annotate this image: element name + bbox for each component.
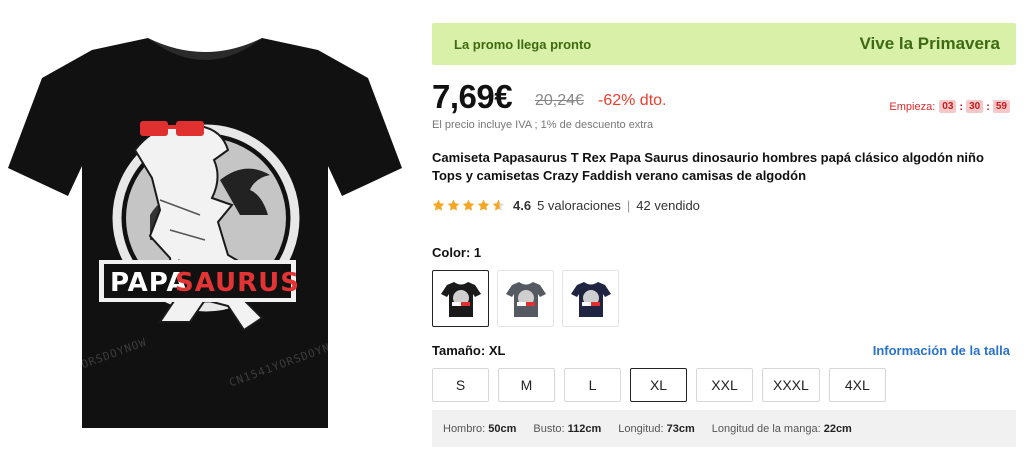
countdown-minutes: 30	[966, 100, 984, 113]
star-icon	[447, 199, 460, 211]
rating-divider: |	[626, 198, 631, 213]
star-icon	[432, 199, 445, 211]
countdown-timer: Empieza: 03 : 30 : 59	[889, 100, 1010, 113]
color-swatch-navy[interactable]	[562, 270, 619, 327]
size-options: S M L XL XXL XXXL 4XL	[432, 368, 886, 402]
size-label: Tamaño: XL	[432, 343, 506, 358]
countdown-hours: 03	[939, 100, 957, 113]
measurement-sleeve: Longitud de la manga: 22cm	[711, 422, 852, 435]
color-swatch-black[interactable]	[432, 270, 489, 327]
color-swatch-gray[interactable]	[497, 270, 554, 327]
sold-count: 42 vendido	[636, 198, 700, 213]
size-measurements: Hombro: 50cm Busto: 112cm Longitud: 73cm…	[432, 410, 1016, 447]
tshirt-thumbnail	[505, 281, 546, 317]
current-price: 7,69€	[432, 78, 513, 115]
size-option-s[interactable]: S	[432, 368, 489, 402]
print-text-saurus: SAURUS	[175, 268, 300, 298]
tshirt-thumbnail	[440, 281, 481, 317]
measurement-shoulder: Hombro: 50cm	[443, 422, 517, 435]
measurement-length: Longitud: 73cm	[618, 422, 695, 435]
tshirt-thumbnail	[570, 281, 611, 317]
size-option-m[interactable]: M	[498, 368, 555, 402]
tax-note: El precio incluye IVA ; 1% de descuento …	[432, 119, 654, 131]
countdown-seconds: 59	[992, 100, 1010, 113]
discount-badge: -62% dto.	[598, 92, 667, 109]
product-image[interactable]: PAPA SAURUS CN1541YORSDOYNOW CN1541YORSD…	[0, 0, 410, 471]
color-label: Color: 1	[432, 245, 482, 260]
countdown-separator: :	[959, 100, 964, 113]
promo-banner[interactable]: La promo llega pronto Vive la Primavera	[432, 23, 1016, 65]
size-option-xl[interactable]: XL	[630, 368, 687, 402]
price-row: 7,69€ 20,24€ -62% dto. Empieza: 03 : 30 …	[432, 78, 1016, 118]
star-half-icon	[492, 199, 505, 211]
rating-value: 4.6	[513, 198, 532, 213]
promo-subtitle: La promo llega pronto	[454, 37, 592, 52]
rating-row[interactable]: 4.6 5 valoraciones | 42 vendido	[432, 198, 700, 213]
product-title: Camiseta Papasaurus T Rex Papa Saurus di…	[432, 150, 984, 183]
original-price: 20,24€	[535, 92, 584, 109]
color-swatches	[432, 270, 619, 327]
measurement-bust: Busto: 112cm	[533, 422, 602, 435]
size-option-l[interactable]: L	[564, 368, 621, 402]
countdown-label: Empieza:	[889, 100, 936, 113]
tshirt-illustration: PAPA SAURUS	[8, 38, 402, 428]
review-count[interactable]: 5 valoraciones	[537, 198, 621, 213]
promo-title: Vive la Primavera	[859, 34, 1000, 53]
size-option-xxxl[interactable]: XXXL	[762, 368, 820, 402]
star-icon	[477, 199, 490, 211]
size-option-xxl[interactable]: XXL	[696, 368, 753, 402]
countdown-separator: :	[986, 100, 990, 113]
size-guide-link[interactable]: Información de la talla	[873, 343, 1010, 358]
rating-stars	[432, 199, 505, 212]
star-icon	[462, 199, 475, 211]
size-option-4xl[interactable]: 4XL	[828, 368, 886, 402]
